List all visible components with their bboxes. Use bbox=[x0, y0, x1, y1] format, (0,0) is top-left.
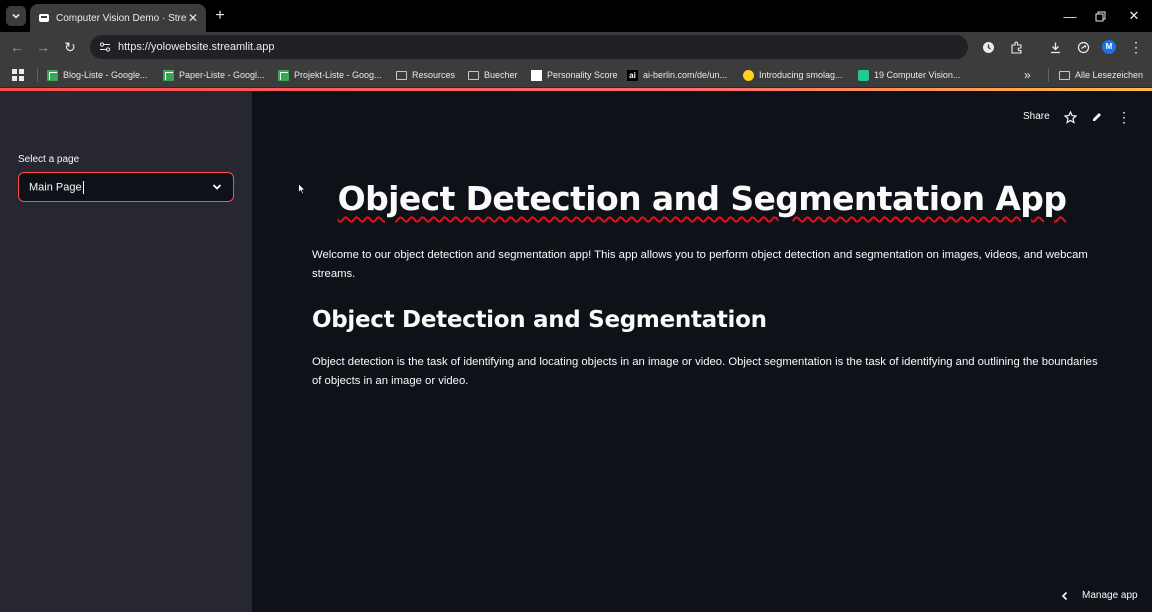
manage-app-button[interactable]: Manage app bbox=[1060, 590, 1138, 601]
profile-avatar[interactable]: M bbox=[1102, 40, 1116, 54]
bookmark-label: 19 Computer Vision... bbox=[874, 70, 961, 80]
intro-paragraph: Welcome to our object detection and segm… bbox=[312, 249, 1088, 280]
main-content: Share ⋮ Object Detection and Segmentatio… bbox=[252, 91, 1152, 612]
tab-search-button[interactable] bbox=[6, 6, 26, 26]
hugging-face-icon bbox=[743, 69, 754, 81]
bookmark-label: Personality Score bbox=[547, 70, 618, 80]
browser-toolbar: ← → ↻ https://yolowebsite.streamlit.app … bbox=[0, 32, 1152, 62]
star-icon[interactable] bbox=[1063, 110, 1077, 124]
page-select-value: Main Page bbox=[29, 181, 211, 194]
page-icon bbox=[531, 69, 542, 81]
section-paragraph: Object detection is the task of identify… bbox=[312, 356, 1098, 387]
address-bar[interactable]: https://yolowebsite.streamlit.app bbox=[90, 35, 968, 59]
download-icon[interactable] bbox=[1048, 40, 1062, 54]
bookmark-item[interactable]: 19 Computer Vision... bbox=[858, 68, 960, 82]
restore-icon[interactable] bbox=[1090, 6, 1110, 26]
back-arrow-icon[interactable]: ← bbox=[9, 39, 25, 55]
select-page-label: Select a page bbox=[18, 154, 80, 165]
url-text: https://yolowebsite.streamlit.app bbox=[118, 41, 275, 53]
bookmark-site-icon bbox=[858, 69, 869, 81]
section-heading: Object Detection and Segmentation bbox=[312, 307, 767, 333]
mouse-cursor-icon bbox=[298, 183, 306, 195]
bookmark-label: Projekt-Liste - Goog... bbox=[294, 70, 382, 80]
minimize-icon[interactable]: — bbox=[1060, 6, 1080, 26]
browser-tab-strip: Computer Vision Demo · Streamlit ✕ + — ✕ bbox=[0, 0, 1152, 32]
new-tab-button[interactable]: + bbox=[211, 7, 229, 25]
bookmark-item[interactable]: Introducing smolag... bbox=[743, 68, 843, 82]
chevron-left-icon bbox=[1061, 591, 1068, 600]
ai-berlin-icon: ai bbox=[627, 69, 638, 81]
folder-icon bbox=[1059, 70, 1070, 80]
bookmark-label: Resources bbox=[412, 70, 456, 80]
bookmark-label: ai-berlin.com/de/un... bbox=[643, 70, 728, 80]
close-icon[interactable]: ✕ bbox=[186, 11, 200, 25]
browser-tab[interactable]: Computer Vision Demo · Streamlit ✕ bbox=[30, 4, 206, 32]
apps-grid-icon[interactable] bbox=[12, 68, 24, 82]
page-title: Object Detection and Segmentation App bbox=[312, 179, 1092, 218]
edit-pencil-icon[interactable] bbox=[1090, 110, 1104, 124]
bookmark-folder[interactable]: Resources bbox=[396, 68, 455, 82]
bookmarks-divider bbox=[1048, 68, 1049, 82]
manage-app-label: Manage app bbox=[1082, 590, 1138, 601]
chevron-down-icon bbox=[212, 184, 222, 190]
forward-arrow-icon[interactable]: → bbox=[35, 39, 51, 55]
site-info-icon[interactable] bbox=[98, 40, 112, 54]
bookmark-item[interactable]: Personality Score bbox=[531, 68, 618, 82]
reload-icon[interactable]: ↻ bbox=[62, 39, 78, 55]
bookmark-item[interactable]: ai ai-berlin.com/de/un... bbox=[627, 68, 727, 82]
folder-icon bbox=[396, 70, 407, 80]
share-button[interactable]: Share bbox=[1023, 111, 1050, 122]
chevron-down-icon bbox=[12, 13, 20, 19]
bookmark-label: Alle Lesezeichen bbox=[1075, 70, 1144, 80]
page-select[interactable]: Main Page bbox=[18, 172, 234, 202]
sheets-icon bbox=[278, 69, 289, 81]
sidebar: Select a page Main Page bbox=[0, 91, 252, 612]
bookmarks-bar: Blog-Liste - Google... Paper-Liste - Goo… bbox=[0, 62, 1152, 88]
history-icon[interactable] bbox=[981, 40, 995, 54]
bookmark-label: Paper-Liste - Googl... bbox=[179, 70, 265, 80]
streamlit-favicon-icon bbox=[39, 14, 49, 22]
bookmark-label: Introducing smolag... bbox=[759, 70, 843, 80]
bookmark-item[interactable]: Paper-Liste - Googl... bbox=[163, 68, 265, 82]
main-menu-kebab-icon[interactable]: ⋮ bbox=[1117, 109, 1131, 125]
extensions-icon[interactable] bbox=[1009, 40, 1023, 54]
tab-title: Computer Vision Demo · Streamlit bbox=[56, 12, 186, 24]
bookmarks-overflow-button[interactable]: » bbox=[1024, 68, 1031, 82]
bookmark-item[interactable]: Blog-Liste - Google... bbox=[47, 68, 148, 82]
folder-icon bbox=[468, 70, 479, 80]
sync-icon[interactable] bbox=[1076, 40, 1090, 54]
bookmark-label: Buecher bbox=[484, 70, 518, 80]
sheets-icon bbox=[163, 69, 174, 81]
menu-kebab-icon[interactable]: ⋮ bbox=[1129, 39, 1143, 55]
sheets-icon bbox=[47, 69, 58, 81]
bookmark-label: Blog-Liste - Google... bbox=[63, 70, 148, 80]
window-close-icon[interactable]: ✕ bbox=[1124, 6, 1144, 26]
page-title-text: Object Detection and Segmentation App bbox=[337, 179, 1067, 218]
bookmark-folder[interactable]: Buecher bbox=[468, 68, 518, 82]
all-bookmarks-folder[interactable]: Alle Lesezeichen bbox=[1059, 68, 1143, 82]
bookmarks-divider bbox=[37, 68, 38, 82]
bookmark-item[interactable]: Projekt-Liste - Goog... bbox=[278, 68, 382, 82]
